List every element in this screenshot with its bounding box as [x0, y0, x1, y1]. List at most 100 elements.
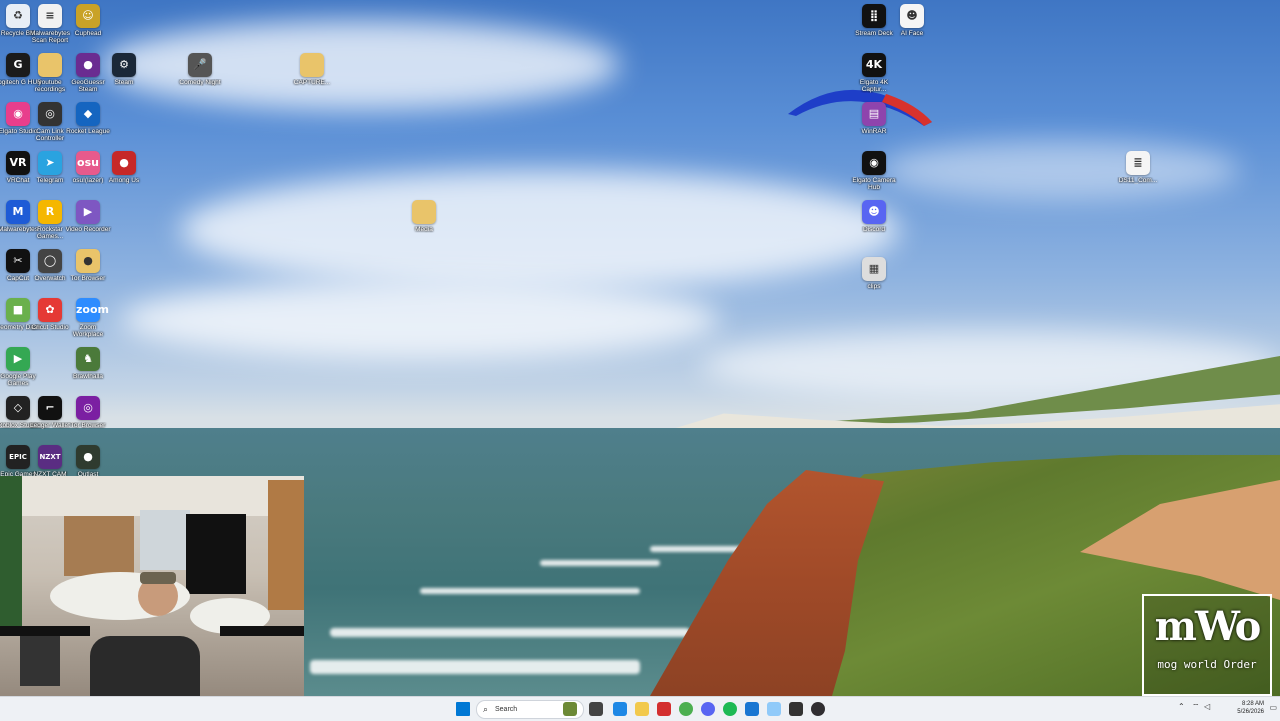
desktop-icon[interactable]: 🎤 Comedy Night [176, 53, 224, 99]
google-play-icon: ▶ [6, 347, 30, 371]
spotify-icon[interactable] [723, 702, 737, 716]
file-explorer-icon[interactable] [635, 702, 649, 716]
desktop-icon-label: Brawlhalla [73, 373, 103, 380]
desktop-icon-label: CAPTURE... [293, 79, 331, 86]
cloud [120, 280, 720, 360]
desktop-icon-label: Discord [862, 226, 886, 233]
osu-icon: osu [76, 151, 100, 175]
cloud [180, 170, 900, 290]
desktop-icon[interactable]: ● Among Us [100, 151, 148, 197]
clock-time: 8:28 AM [1241, 701, 1264, 707]
desktop-icon[interactable]: 4K Elgato 4K Captur... [850, 53, 898, 99]
terminal-icon[interactable] [789, 702, 803, 716]
search-placeholder: Search [495, 706, 518, 713]
telegram-icon: ➤ [38, 151, 62, 175]
desktop-icon[interactable]: zoom Zoom Workplace [64, 298, 112, 344]
desktop-icon[interactable]: ▦ clips [850, 257, 898, 303]
folder-icon [38, 53, 62, 77]
discord-taskbar-icon[interactable] [701, 702, 715, 716]
desktop-icon-label: Rocket League [66, 128, 110, 135]
notification-icon[interactable]: ▭ [1269, 703, 1277, 712]
obs-icon[interactable] [811, 702, 825, 716]
notepad-icon[interactable] [767, 702, 781, 716]
ledger-icon: ⌐ [38, 396, 62, 420]
watermark-logo-text: mWo [1154, 603, 1262, 650]
volume-icon[interactable]: ◁ [1204, 702, 1210, 711]
desktop-icon-label: clips [867, 283, 881, 290]
cricut-icon: ✿ [38, 298, 62, 322]
microphone-icon: 🎤 [188, 53, 212, 77]
desktop-icon[interactable]: ● Tor Browser [64, 249, 112, 295]
camera-hub-icon: ◉ [862, 151, 886, 175]
desktop-icon-label: Tor Browser [70, 422, 106, 429]
desktop-icon[interactable]: Media [400, 200, 448, 246]
desktop-icon-label: Among Us [108, 177, 140, 184]
tor-browser-icon: ◎ [76, 396, 100, 420]
wave [330, 628, 690, 637]
app-icon-red[interactable] [657, 702, 671, 716]
edge-icon[interactable] [613, 702, 627, 716]
brawlhalla-icon: ♞ [76, 347, 100, 371]
discord-icon: ☻ [862, 200, 886, 224]
desktop-icon-label: Media [415, 226, 433, 233]
app-icon-blue[interactable] [745, 702, 759, 716]
desktop-icon-label: Comedy Night [179, 79, 221, 86]
taskbar: ⌕ Search ⌃ ⌔ ◁ 8:28 AM 5/26/2026 ▭ [0, 696, 1280, 721]
map-pin-icon: ● [76, 53, 100, 77]
desktop-icon[interactable]: ◆ Rocket League [64, 102, 112, 148]
desktop-icon[interactable]: ◎ Tor Browser [64, 396, 112, 442]
clock-date: 5/26/2026 [1237, 709, 1264, 715]
video-icon: ▶ [76, 200, 100, 224]
desktop-icon[interactable]: ▶ Google Play Games [0, 347, 42, 393]
desktop-icon-label: Cuphead [74, 30, 102, 37]
desktop-icon[interactable]: CAPTURE... [288, 53, 336, 99]
task-view-icon[interactable] [589, 702, 603, 716]
search-icon: ⌕ [483, 704, 489, 714]
desktop-icon-label: AI Face [900, 30, 924, 37]
desktop-icon[interactable]: ◉ Elgato Camera Hub [850, 151, 898, 197]
zoom-icon: zoom [76, 298, 109, 322]
nzxt-icon: NZXT [38, 445, 62, 469]
desktop-icon[interactable]: ☻ AI Face [888, 4, 936, 50]
chrome-icon[interactable] [679, 702, 693, 716]
desktop-icon[interactable]: ☺ Cuphead [64, 4, 112, 50]
folder-icon [412, 200, 436, 224]
overwatch-icon: ◯ [38, 249, 62, 273]
chevron-up-icon[interactable]: ⌃ [1178, 702, 1185, 711]
desktop-icon-label: Zoom Workplace [72, 324, 104, 338]
windows-start-icon[interactable] [456, 702, 470, 716]
desktop-icon-label: Elgato 4K Captur... [859, 79, 889, 93]
desktop-icon-label: Steam [114, 79, 134, 86]
webcam-overlay [0, 476, 304, 720]
cloud [880, 140, 1240, 200]
landscape-widget-icon[interactable] [563, 702, 577, 716]
document-icon: ≡ [38, 4, 62, 28]
network-icon[interactable]: ⌔ [1192, 702, 1200, 712]
among-us-icon: ● [112, 151, 136, 175]
camera-icon: ◎ [38, 102, 62, 126]
desktop-icon[interactable]: ☻ Discord [850, 200, 898, 246]
desktop-icon[interactable]: ▤ WinRAR [850, 102, 898, 148]
game-icon: ☺ [76, 4, 100, 28]
desktop-icon-label: WinRAR [861, 128, 887, 135]
desktop-icon-label: Elgato Camera Hub [852, 177, 896, 191]
rockstar-icon: R [38, 200, 62, 224]
watermark-subtitle: mog world Order [1157, 658, 1257, 671]
wave [420, 588, 640, 594]
wave [310, 660, 640, 674]
desktop-icon[interactable]: ⚙ Steam [100, 53, 148, 99]
desktop-icon[interactable]: ♞ Brawlhalla [64, 347, 112, 393]
desktop-icon[interactable]: ≣ DS11_Com... [1114, 151, 1162, 197]
wave [540, 560, 660, 566]
text-file-icon: ≣ [1126, 151, 1150, 175]
clock[interactable]: 8:28 AM 5/26/2026 [1237, 700, 1264, 716]
ai-face-icon: ☻ [900, 4, 924, 28]
system-tray: ⌃ ⌔ ◁ 8:28 AM 5/26/2026 ▭ [1150, 697, 1280, 721]
desktop-icon-label: Tor Browser [70, 275, 106, 282]
steam-icon: ⚙ [112, 53, 136, 77]
tor-icon: ● [76, 249, 100, 273]
desktop-icon-label: Video Recorder [65, 226, 111, 233]
winrar-icon: ▤ [862, 102, 886, 126]
desktop-icon-label: DS11_Com... [1118, 177, 1158, 184]
desktop-icon[interactable]: ▶ Video Recorder [64, 200, 112, 246]
